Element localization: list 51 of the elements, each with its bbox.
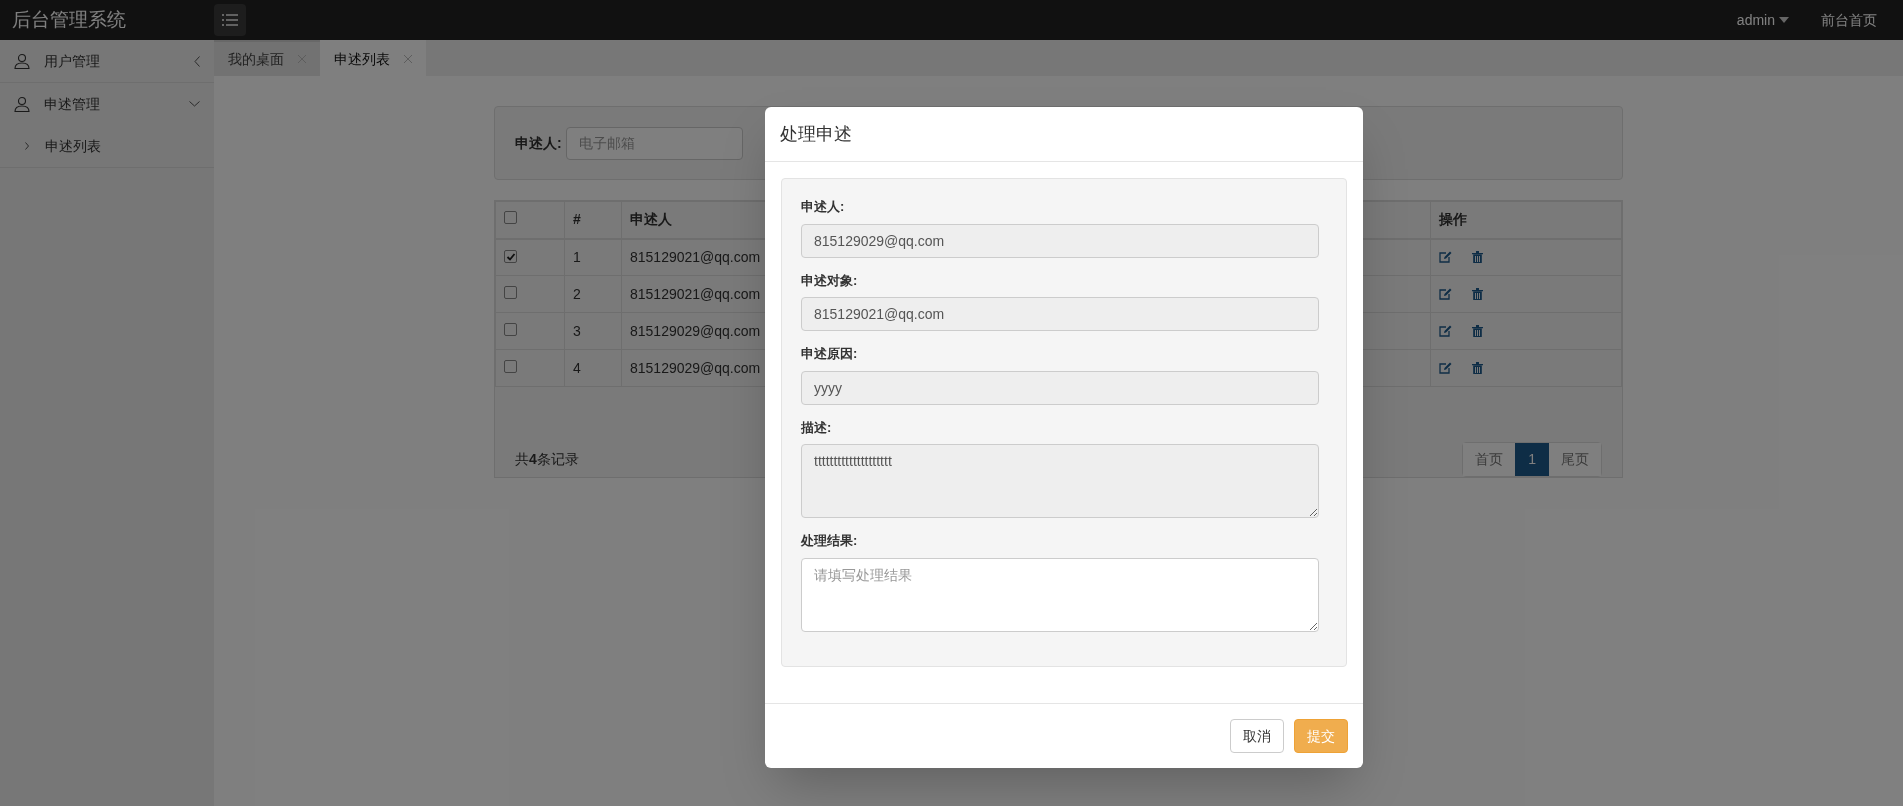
- field-label: 申述原因:: [801, 345, 859, 363]
- table-cell: 815129021@qq.com: [630, 285, 761, 302]
- result-field[interactable]: 请填写处理结果: [801, 557, 1319, 632]
- user-menu[interactable]: admin: [1736, 9, 1789, 31]
- column-header: 操作: [1439, 211, 1467, 228]
- field-label: 处理结果:: [801, 532, 859, 550]
- table-cell: 1: [573, 248, 581, 265]
- chevron-right-icon: [25, 142, 29, 150]
- field-label: 申述对象:: [801, 271, 859, 290]
- modal-title: 处理申述: [780, 122, 852, 146]
- chevron-down-icon: [189, 101, 200, 107]
- field-label: 申述人:: [801, 198, 846, 216]
- table-cell: 4: [573, 359, 581, 376]
- tab[interactable]: 申述列表: [320, 40, 426, 76]
- checkbox[interactable]: [504, 211, 517, 225]
- caret-icon: [1779, 17, 1789, 23]
- table-cell: 815129029@qq.com: [630, 322, 761, 339]
- column-header: #: [573, 211, 581, 228]
- user-icon: [14, 96, 30, 112]
- checkbox[interactable]: [504, 250, 517, 264]
- chevron-left-icon: [194, 55, 200, 67]
- page-button[interactable]: 1: [1515, 443, 1549, 476]
- menu-icon: [222, 14, 238, 26]
- sidebar-submenu-item[interactable]: 申述列表: [0, 125, 214, 167]
- user-icon: [14, 53, 30, 69]
- column-header: 申述人: [630, 211, 672, 228]
- menu-toggle-button[interactable]: [214, 4, 246, 36]
- trash-icon[interactable]: [1472, 325, 1483, 337]
- edit-icon[interactable]: [1439, 325, 1452, 337]
- app-title: 后台管理系统: [12, 8, 126, 30]
- checkbox[interactable]: [504, 322, 517, 336]
- edit-icon[interactable]: [1439, 362, 1452, 374]
- trash-icon[interactable]: [1472, 362, 1483, 374]
- trash-icon[interactable]: [1472, 251, 1483, 264]
- table-cell: 815129029@qq.com: [630, 359, 761, 376]
- checkbox[interactable]: [504, 359, 517, 373]
- field-label: 描述:: [801, 418, 833, 437]
- edit-icon[interactable]: [1439, 288, 1452, 300]
- filter-label: 申述人:: [515, 133, 562, 153]
- tab[interactable]: 我的桌面: [214, 40, 320, 76]
- sidebar-menu-item[interactable]: 申述管理: [0, 83, 214, 125]
- edit-icon[interactable]: [1439, 251, 1452, 264]
- table-cell: 2: [573, 285, 581, 302]
- cancel-button[interactable]: 取消: [1230, 719, 1284, 753]
- sidebar-menu-item[interactable]: 用户管理: [0, 40, 214, 82]
- table-cell: 815129021@qq.com: [630, 248, 761, 265]
- table-cell: 3: [573, 322, 581, 339]
- checkbox[interactable]: [504, 285, 517, 299]
- front-page-link[interactable]: 前台首页: [1821, 9, 1877, 31]
- trash-icon[interactable]: [1472, 288, 1483, 300]
- record-count: 共4条记录: [515, 450, 579, 469]
